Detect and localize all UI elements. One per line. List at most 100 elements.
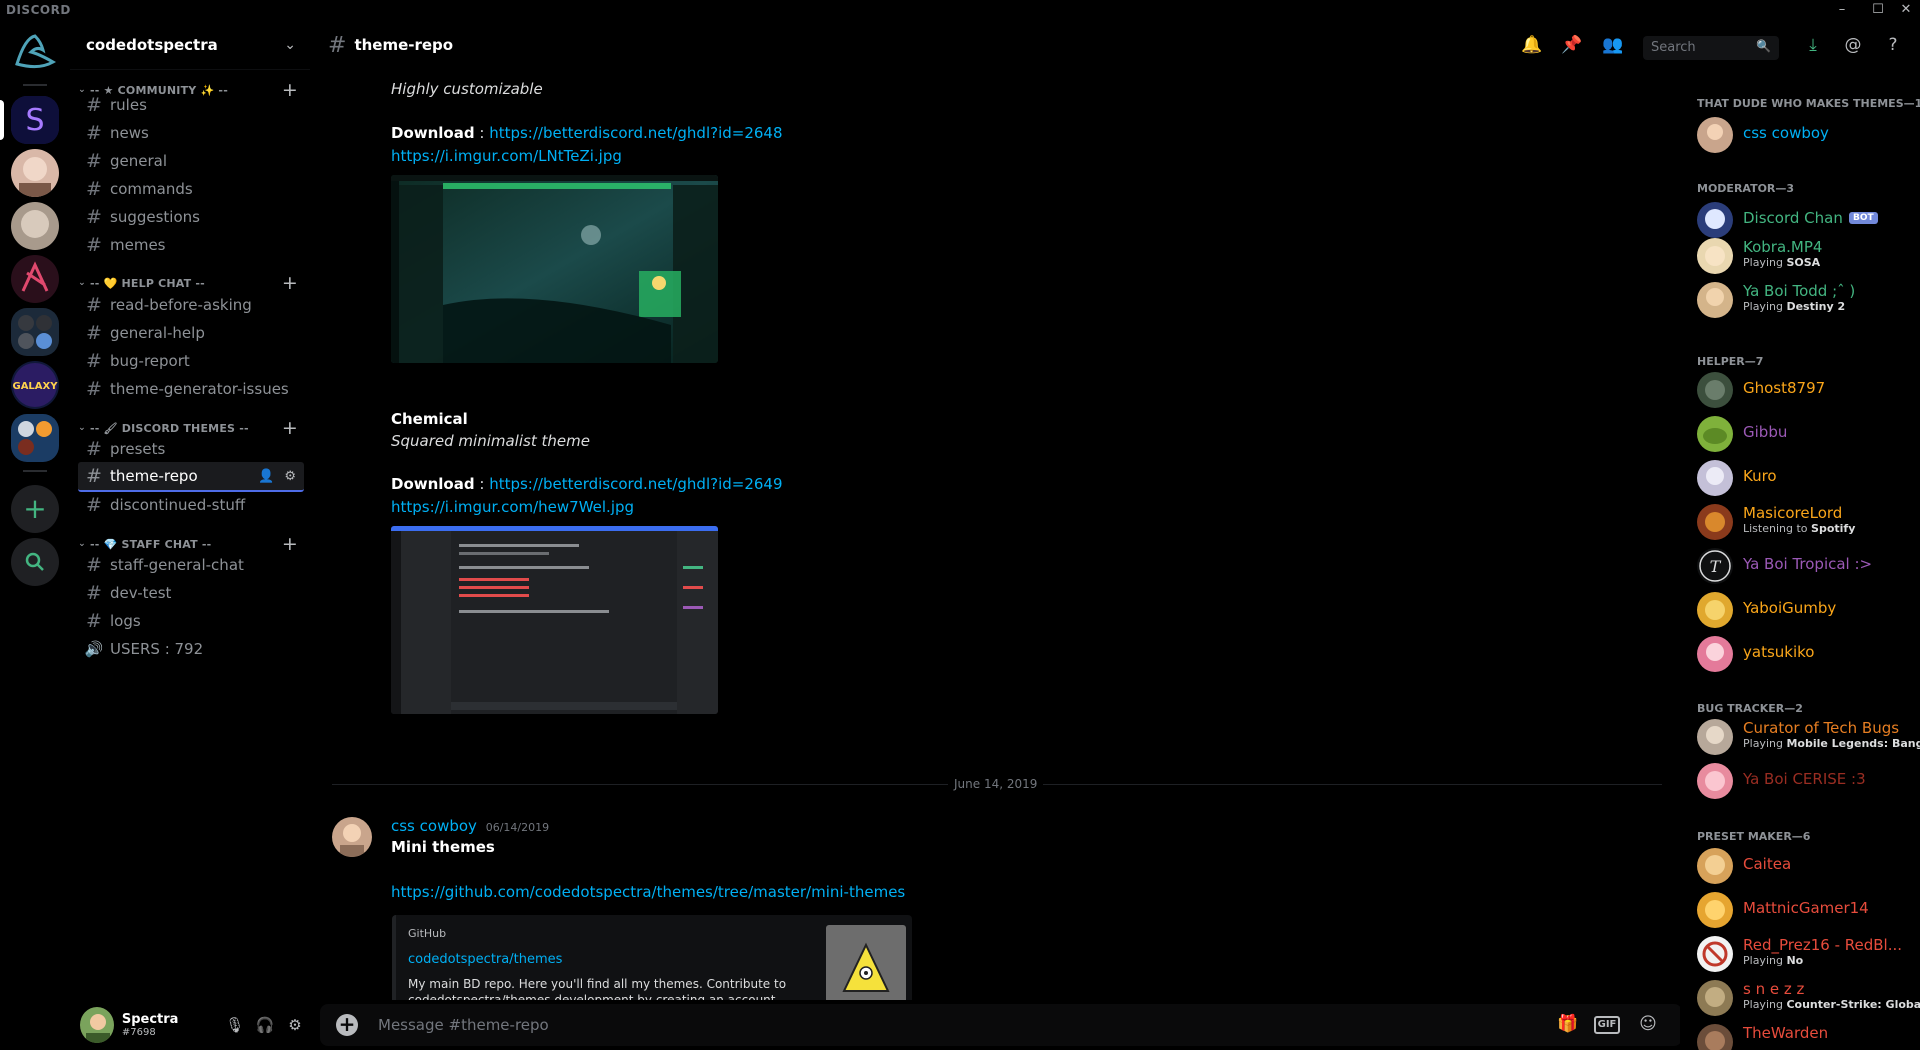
member-name: yatsukiko: [1743, 643, 1815, 661]
channel-bug-report[interactable]: # bug-report: [78, 346, 304, 376]
channel-memes[interactable]: # memes: [78, 230, 304, 260]
members-icon[interactable]: 👥: [1601, 33, 1625, 57]
channel-staff-general-chat[interactable]: # staff-general-chat: [78, 550, 304, 580]
member-item[interactable]: YaboiGumby: [1697, 590, 1917, 630]
search-input[interactable]: Search 🔍: [1643, 36, 1779, 60]
member-item[interactable]: TheWarden: [1697, 1022, 1917, 1050]
pin-icon[interactable]: 📌: [1560, 33, 1584, 57]
home-button[interactable]: [11, 28, 59, 76]
channel-suggestions[interactable]: # suggestions: [78, 202, 304, 232]
download-link[interactable]: https://betterdiscord.net/ghdl?id=2648: [489, 124, 782, 142]
guild-header[interactable]: codedotspectra ⌄: [70, 20, 310, 70]
server-folder-2[interactable]: [11, 414, 59, 462]
message-author-line: css cowboy 06/14/2019: [391, 817, 549, 835]
channel-theme-generator-issues[interactable]: # theme-generator-issues: [78, 374, 304, 404]
member-item[interactable]: Kobra.MP4 Playing SOSA: [1697, 236, 1917, 276]
member-item[interactable]: Ya Boi Todd ;ˆ ) Playing Destiny 2: [1697, 280, 1917, 320]
channel-theme-repo[interactable]: # theme-repo 👤 ⚙: [78, 462, 304, 492]
member-item[interactable]: s n e z z Playing Counter-Strike: Global…: [1697, 978, 1920, 1018]
emoji-icon[interactable]: ☺: [1636, 1014, 1660, 1036]
role-header: MODERATOR—3: [1697, 182, 1795, 195]
member-avatar: [1697, 416, 1733, 452]
member-name: Red_Prez16 - RedBl...: [1743, 936, 1903, 954]
server-folder[interactable]: [11, 308, 59, 356]
server-avatar-3[interactable]: [11, 202, 59, 250]
minimize-button[interactable]: –: [1831, 1, 1853, 19]
channel-dev-test[interactable]: # dev-test: [78, 578, 304, 608]
channel-label: discontinued-stuff: [110, 496, 246, 514]
microphone-icon[interactable]: 🎙: [220, 1016, 250, 1034]
member-activity: Playing Counter-Strike: Global...: [1743, 998, 1920, 1011]
channel-general-help[interactable]: # general-help: [78, 318, 304, 348]
channel-commands[interactable]: # commands: [78, 174, 304, 204]
help-icon[interactable]: ?: [1881, 33, 1905, 57]
channel-discontinued-stuff[interactable]: # discontinued-stuff: [78, 490, 304, 520]
member-item[interactable]: Curator of Tech Bugs Playing Mobile Lege…: [1697, 717, 1920, 757]
hash-icon: #: [86, 206, 102, 228]
server-avatar-4[interactable]: [11, 255, 59, 303]
member-item[interactable]: Ghost8797: [1697, 370, 1917, 410]
member-item[interactable]: T Ya Boi Tropical :>: [1697, 546, 1917, 586]
upload-plus-icon[interactable]: +: [336, 1014, 358, 1036]
member-item[interactable]: Gibbu: [1697, 414, 1917, 454]
member-item[interactable]: yatsukiko: [1697, 634, 1917, 674]
channel-label: USERS : 792: [110, 640, 204, 658]
theme-preview-image[interactable]: [391, 526, 718, 714]
maximize-button[interactable]: ☐: [1867, 1, 1889, 19]
member-item[interactable]: Ya Boi CERISE :3: [1697, 761, 1917, 801]
member-name: Curator of Tech Bugs: [1743, 719, 1900, 737]
chevron-down-icon: ⌄: [78, 278, 86, 288]
channel-rules[interactable]: # rules: [78, 90, 304, 120]
member-item[interactable]: css cowboy: [1697, 115, 1917, 155]
gear-icon[interactable]: ⚙: [280, 1016, 310, 1034]
invite-icon[interactable]: 👤: [258, 469, 274, 484]
author-name[interactable]: css cowboy: [391, 817, 477, 835]
channel-label: staff-general-chat: [110, 556, 244, 574]
hash-icon: #: [86, 582, 102, 604]
channel-logs[interactable]: # logs: [78, 606, 304, 636]
member-avatar-icon: [1697, 592, 1733, 628]
close-button[interactable]: ✕: [1895, 1, 1917, 19]
channel-label: general: [110, 152, 168, 170]
server-galaxy[interactable]: GALAXY: [11, 361, 59, 409]
spectra-server-icon: S: [11, 96, 59, 144]
explore-servers-button[interactable]: [11, 538, 59, 586]
server-avatar-2[interactable]: [11, 149, 59, 197]
svg-text:S: S: [25, 103, 44, 138]
headphones-icon[interactable]: 🎧: [250, 1016, 280, 1034]
channel-presets[interactable]: # presets: [78, 434, 304, 464]
bell-icon[interactable]: 🔔: [1520, 33, 1544, 57]
gif-button[interactable]: GIF: [1594, 1016, 1620, 1034]
author-avatar[interactable]: [332, 817, 372, 857]
user-avatar[interactable]: [80, 1007, 114, 1043]
embed-thumbnail[interactable]: [826, 925, 906, 1000]
member-item[interactable]: MasicoreLord Listening to Spotify: [1697, 502, 1917, 542]
github-link[interactable]: https://github.com/codedotspectra/themes…: [391, 883, 905, 901]
mention-icon[interactable]: @: [1841, 33, 1865, 57]
channel-news[interactable]: # news: [78, 118, 304, 148]
chevron-down-icon: ⌄: [78, 423, 86, 433]
channel-general[interactable]: # general: [78, 146, 304, 176]
gear-icon[interactable]: ⚙: [284, 469, 296, 484]
image-link[interactable]: https://i.imgur.com/LNtTeZi.jpg: [391, 147, 622, 165]
member-item[interactable]: Red_Prez16 - RedBl... Playing No: [1697, 934, 1917, 974]
server-list: S GALAXY +: [0, 20, 70, 1050]
gift-icon[interactable]: 🎁: [1556, 1014, 1580, 1036]
message-input-box[interactable]: + Message #theme-repo 🎁 GIF ☺: [320, 1004, 1682, 1046]
theme-preview-image[interactable]: [391, 175, 718, 363]
message-download-line: Download : https://betterdiscord.net/ghd…: [391, 124, 783, 142]
download-link[interactable]: https://betterdiscord.net/ghdl?id=2649: [489, 475, 782, 493]
hash-icon: #: [86, 234, 102, 256]
member-item[interactable]: Discord Chan BOT: [1697, 200, 1917, 240]
member-item[interactable]: Kuro: [1697, 458, 1917, 498]
member-item[interactable]: Caitea: [1697, 846, 1917, 886]
add-server-button[interactable]: +: [11, 485, 59, 533]
channel-read-before-asking[interactable]: # read-before-asking: [78, 290, 304, 320]
image-link[interactable]: https://i.imgur.com/hew7Wel.jpg: [391, 498, 634, 516]
voice-channel-users[interactable]: 🔊 USERS : 792: [78, 634, 304, 664]
download-icon[interactable]: ⤓: [1801, 33, 1825, 57]
server-codedotspectra[interactable]: S: [11, 96, 59, 144]
member-item[interactable]: MattnicGamer14: [1697, 890, 1917, 930]
embed-title[interactable]: codedotspectra/themes: [408, 952, 562, 967]
member-avatar: [1697, 202, 1733, 238]
